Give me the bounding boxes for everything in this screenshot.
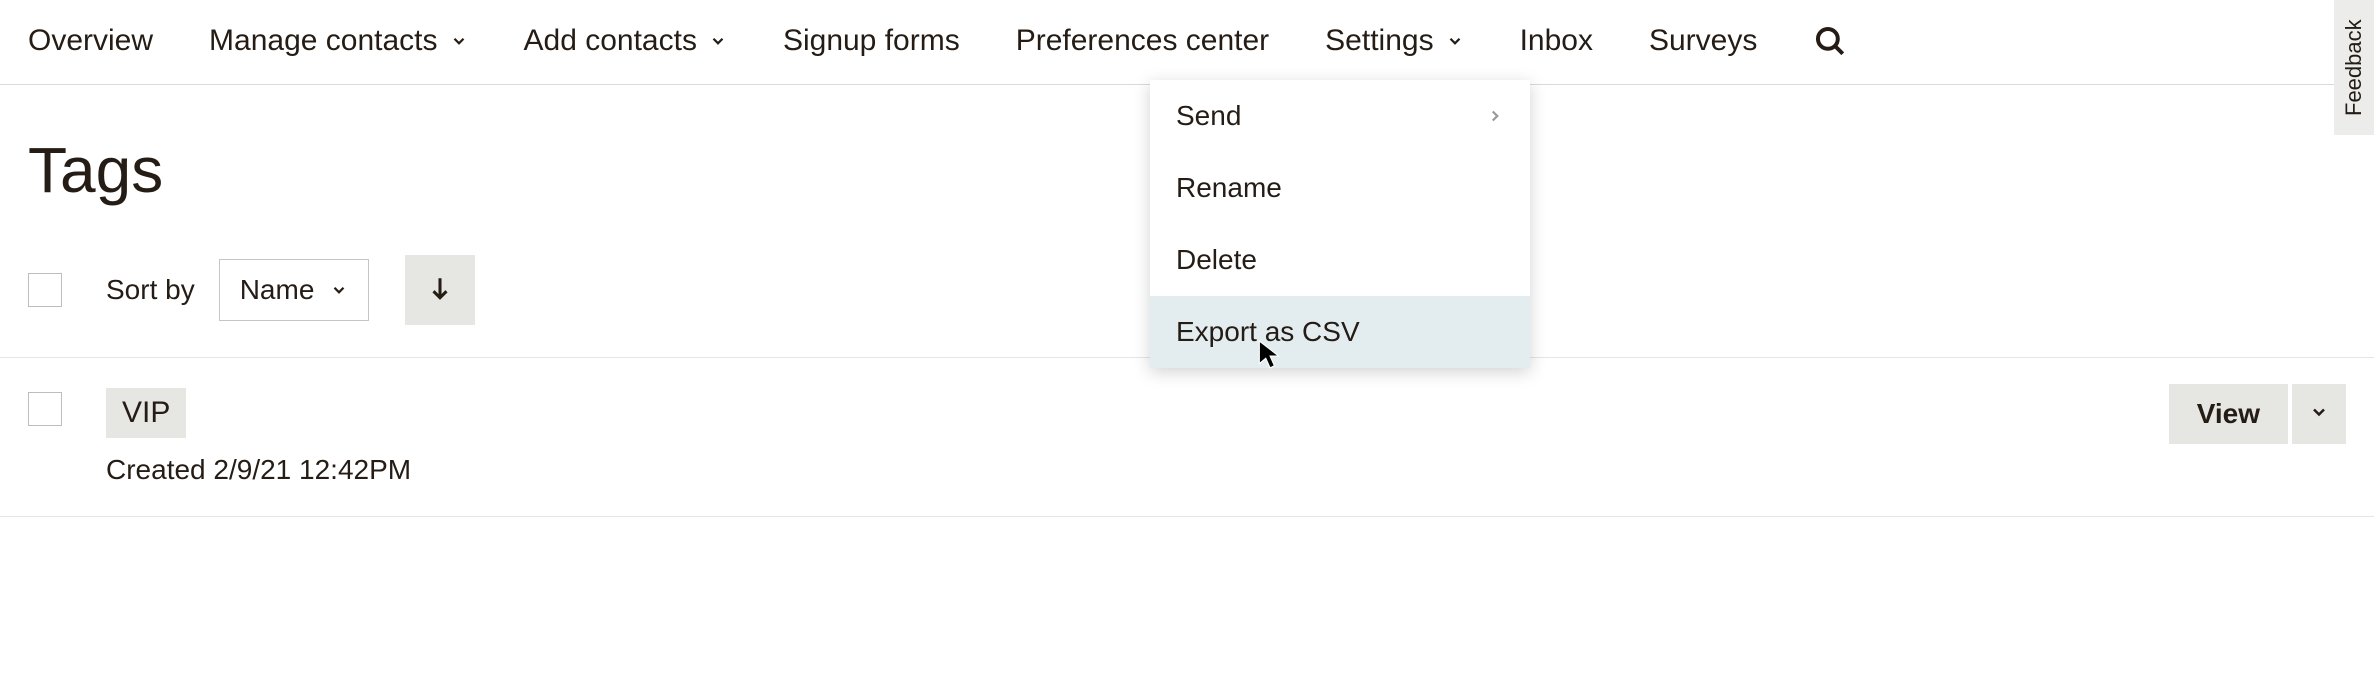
tag-row: VIP Created 2/9/21 12:42PM View [0, 358, 2374, 517]
search-button[interactable] [1813, 24, 1847, 58]
nav-signup-forms[interactable]: Signup forms [783, 24, 960, 58]
sort-direction-button[interactable] [405, 255, 475, 325]
nav-settings-label: Settings [1325, 24, 1433, 58]
view-dropdown-toggle[interactable] [2292, 384, 2346, 444]
nav-preferences-center-label: Preferences center [1016, 24, 1269, 58]
nav-overview-label: Overview [28, 24, 153, 58]
feedback-tab-label: Feedback [2341, 19, 2367, 116]
select-all-checkbox[interactable] [28, 273, 62, 307]
sort-select[interactable]: Name [219, 259, 370, 321]
dropdown-item-send[interactable]: Send [1150, 80, 1530, 152]
nav-signup-forms-label: Signup forms [783, 24, 960, 58]
nav-surveys-label: Surveys [1649, 24, 1757, 58]
dropdown-item-label: Send [1176, 100, 1241, 132]
nav-add-contacts-label: Add contacts [524, 24, 697, 58]
nav-overview[interactable]: Overview [28, 24, 153, 58]
tag-created-text: Created 2/9/21 12:42PM [106, 454, 411, 486]
chevron-down-icon [709, 32, 727, 50]
nav-surveys[interactable]: Surveys [1649, 24, 1757, 58]
dropdown-item-label: Rename [1176, 172, 1282, 204]
dropdown-item-export-csv[interactable]: Export as CSV [1150, 296, 1530, 368]
tag-name-chip[interactable]: VIP [106, 388, 186, 438]
top-nav: Overview Manage contacts Add contacts Si… [0, 0, 2374, 85]
sort-select-value: Name [240, 274, 315, 306]
nav-inbox[interactable]: Inbox [1520, 24, 1593, 58]
nav-add-contacts[interactable]: Add contacts [524, 24, 727, 58]
nav-inbox-label: Inbox [1520, 24, 1593, 58]
dropdown-item-rename[interactable]: Rename [1150, 152, 1530, 224]
chevron-down-icon [330, 281, 348, 299]
feedback-tab[interactable]: Feedback [2334, 0, 2374, 135]
tag-row-checkbox[interactable] [28, 392, 62, 426]
nav-settings[interactable]: Settings [1325, 24, 1463, 58]
chevron-right-icon [1486, 107, 1504, 125]
sort-by-label: Sort by [106, 274, 195, 306]
dropdown-item-delete[interactable]: Delete [1150, 224, 1530, 296]
nav-manage-contacts[interactable]: Manage contacts [209, 24, 467, 58]
chevron-down-icon [450, 32, 468, 50]
nav-preferences-center[interactable]: Preferences center [1016, 24, 1269, 58]
tag-row-body: VIP Created 2/9/21 12:42PM [106, 388, 411, 486]
tag-row-actions: View [2169, 384, 2346, 444]
cursor-icon [1258, 340, 1280, 370]
row-actions-dropdown: Send Rename Delete Export as CSV [1150, 80, 1530, 368]
arrow-down-icon [427, 275, 453, 306]
view-button-label: View [2197, 398, 2260, 429]
view-button[interactable]: View [2169, 384, 2288, 444]
chevron-down-icon [1446, 32, 1464, 50]
chevron-down-icon [2309, 402, 2329, 427]
search-icon [1813, 24, 1847, 58]
nav-manage-contacts-label: Manage contacts [209, 24, 437, 58]
dropdown-item-label: Delete [1176, 244, 1257, 276]
